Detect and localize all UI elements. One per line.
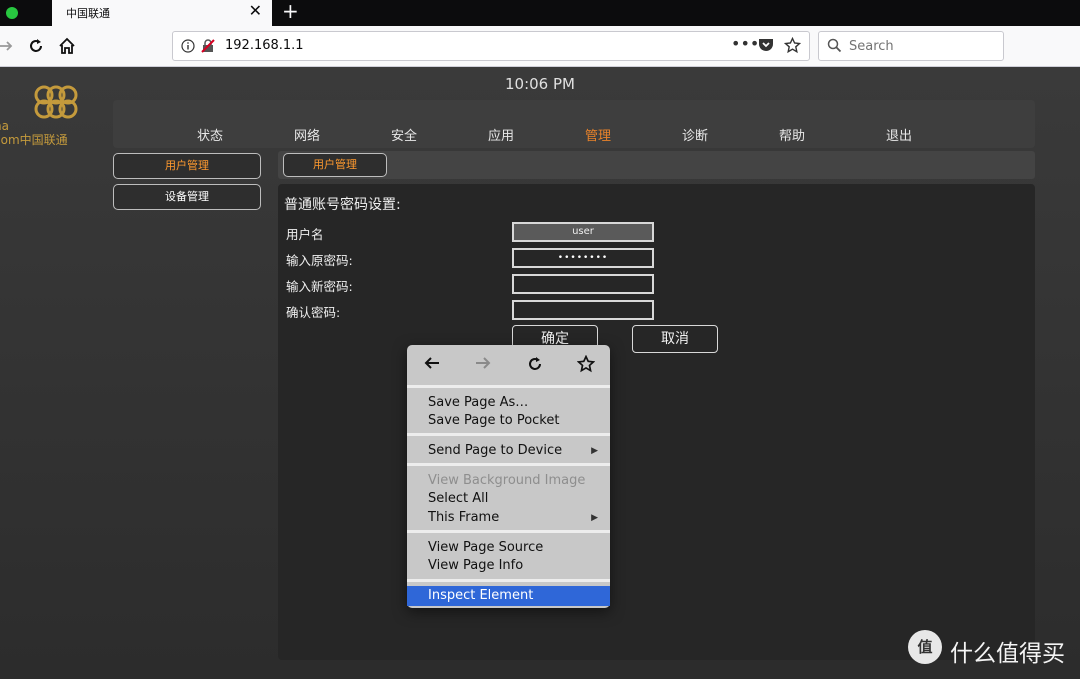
nav-item-diagnostics[interactable]: 诊断 (682, 125, 708, 144)
sidebar-item-user-management[interactable]: 用户管理 (113, 153, 261, 179)
nav-item-logout[interactable]: 退出 (886, 125, 912, 144)
menu-item-save-page-as[interactable]: Save Page As… (407, 394, 610, 412)
menu-item-this-frame[interactable]: This Frame ▶ (407, 509, 610, 527)
submenu-arrow-icon: ▶ (591, 513, 598, 523)
tab-close-icon[interactable]: ✕ (249, 3, 262, 19)
menu-item-view-page-source[interactable]: View Page Source (407, 539, 610, 557)
window-close-dot[interactable] (6, 7, 18, 19)
sidebar-item-device-management[interactable]: 设备管理 (113, 184, 261, 210)
nav-item-management[interactable]: 管理 (585, 125, 611, 144)
menu-item-inspect-element[interactable]: Inspect Element (407, 586, 610, 606)
password-settings-panel: 普通账号密码设置: 用户名 user 输入原密码: •••••••• 输入新密码… (278, 184, 1035, 660)
bookmark-star-icon[interactable] (783, 36, 802, 58)
navigation-toolbar: 192.168.1.1 ••• Search (0, 26, 1080, 67)
confirm-password-label: 确认密码: (286, 305, 341, 320)
tab-user-management[interactable]: 用户管理 (283, 153, 387, 177)
menu-item-label: Select All (428, 491, 489, 506)
search-bar[interactable]: Search (818, 31, 1004, 61)
nav-item-application[interactable]: 应用 (488, 125, 514, 144)
menu-item-label: Save Page to Pocket (428, 413, 560, 428)
sub-tab-bar: 用户管理 (278, 151, 1035, 179)
new-tab-button[interactable]: + (282, 1, 299, 21)
forward-arrow-icon[interactable] (472, 355, 494, 375)
nav-item-network[interactable]: 网络 (294, 125, 320, 144)
menu-item-view-background-image: View Background Image (407, 472, 610, 490)
search-icon (827, 38, 842, 57)
url-text[interactable]: 192.168.1.1 (225, 38, 304, 53)
search-input[interactable]: Search (849, 39, 894, 54)
watermark-badge: 值 (908, 630, 942, 664)
nav-item-security[interactable]: 安全 (391, 125, 417, 144)
logo-text-line2: com中国联通 (0, 133, 68, 147)
menu-item-label: Save Page As… (428, 395, 529, 410)
menu-item-send-page-to-device[interactable]: Send Page to Device ▶ (407, 442, 610, 460)
confirm-password-field[interactable] (512, 300, 654, 320)
menu-item-select-all[interactable]: Select All (407, 490, 610, 508)
menu-separator (407, 433, 610, 436)
clock: 10:06 PM (505, 75, 575, 93)
nav-item-status[interactable]: 状态 (197, 125, 223, 144)
bookmark-star-icon[interactable] (575, 354, 597, 375)
context-menu-nav (407, 345, 610, 385)
tab-title: 中国联通 (66, 7, 110, 20)
home-icon[interactable] (55, 35, 79, 57)
username-field[interactable]: user (512, 222, 654, 242)
new-password-label: 输入新密码: (286, 279, 353, 294)
menu-item-label: View Page Source (428, 540, 544, 555)
url-bar[interactable]: 192.168.1.1 ••• (172, 31, 810, 61)
insecure-lock-icon[interactable] (201, 38, 215, 57)
menu-separator (407, 530, 610, 533)
reload-icon[interactable] (24, 35, 48, 57)
menu-item-view-page-info[interactable]: View Page Info (407, 557, 610, 575)
page-actions-icon[interactable]: ••• (731, 34, 759, 53)
old-password-field[interactable]: •••••••• (512, 248, 654, 268)
nav-item-help[interactable]: 帮助 (779, 125, 805, 144)
username-label: 用户名 (286, 227, 324, 242)
menu-item-label: Inspect Element (428, 588, 534, 603)
china-unicom-logo-icon (24, 83, 90, 127)
reload-icon[interactable] (524, 355, 546, 375)
info-icon[interactable] (181, 38, 195, 57)
tab-bar: 中国联通 ✕ + (0, 0, 1080, 26)
old-password-label: 输入原密码: (286, 253, 353, 268)
menu-item-save-to-pocket[interactable]: Save Page to Pocket (407, 412, 610, 430)
menu-item-label: Send Page to Device (428, 443, 563, 458)
menu-separator (407, 385, 610, 388)
forward-icon[interactable] (0, 35, 18, 57)
context-menu: Save Page As… Save Page to Pocket Send P… (407, 345, 610, 608)
menu-item-label: View Page Info (428, 558, 524, 573)
menu-separator (407, 463, 610, 466)
menu-item-label: View Background Image (428, 473, 586, 488)
pocket-icon[interactable] (758, 38, 774, 57)
browser-tab[interactable]: 中国联通 ✕ (52, 0, 272, 26)
back-arrow-icon[interactable] (421, 355, 443, 375)
watermark-text: 什么值得买 (950, 641, 1065, 667)
cancel-button[interactable]: 取消 (632, 325, 718, 353)
menu-separator (407, 579, 610, 582)
section-heading: 普通账号密码设置: (284, 197, 401, 213)
submenu-arrow-icon: ▶ (591, 446, 598, 456)
menu-item-label: This Frame (428, 510, 500, 525)
new-password-field[interactable] (512, 274, 654, 294)
